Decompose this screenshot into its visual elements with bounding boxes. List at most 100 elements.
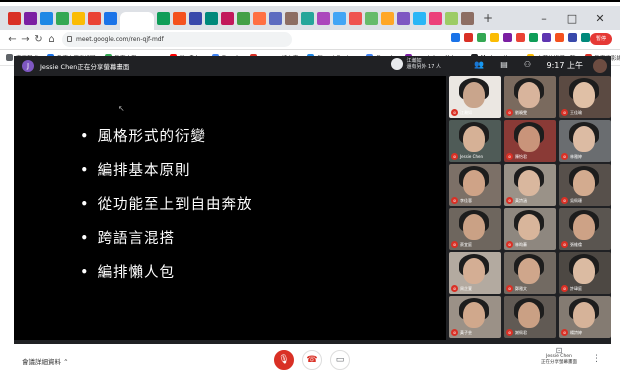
camera-button[interactable]: ▭ (330, 350, 350, 370)
participant-tile[interactable]: ⊘ 張維倫 (559, 208, 611, 250)
muted-mic-icon: ⊘ (451, 153, 458, 160)
participant-nametag: ⊘ 吳佩珊 (561, 197, 582, 204)
browser-tab[interactable] (237, 11, 250, 25)
chat-icon[interactable]: ▤ (500, 60, 508, 69)
extension-icon[interactable] (581, 33, 590, 42)
participant-tile[interactable]: ⊘ 蔡宜庭 (449, 208, 501, 250)
participant-tile[interactable]: ⊘ 黃子芸 (449, 296, 501, 338)
presenting-info[interactable]: ⊡ Jessie Chen 正在分享螢幕畫面 (541, 347, 577, 366)
url-input[interactable]: meet.google.com/ren-qjf-mdf (62, 32, 292, 47)
browser-tab[interactable] (120, 12, 154, 30)
participant-tile[interactable]: ⊘ 謝佩君 (504, 296, 556, 338)
participant-tile[interactable]: ⊘ 李佳蓉 (449, 164, 501, 206)
new-tab-button[interactable]: + (483, 11, 493, 25)
participant-tile[interactable]: ⊘ 林雅婷 (559, 120, 611, 162)
maximize-button[interactable]: □ (558, 12, 586, 25)
reload-icon[interactable]: ↻ (32, 34, 45, 45)
participant-face (573, 214, 595, 240)
participant-face (463, 258, 485, 284)
browser-tab[interactable] (429, 11, 442, 25)
participant-tile[interactable]: ⊘ Jessie Chen (449, 120, 501, 162)
minimize-button[interactable]: – (530, 12, 558, 25)
browser-tab[interactable] (333, 11, 346, 25)
browser-tab[interactable] (381, 11, 394, 25)
browser-tab[interactable] (104, 11, 117, 25)
browser-tab[interactable] (173, 11, 186, 25)
participant-tile[interactable]: ⊘ 黃詩涵 (504, 164, 556, 206)
extension-icon[interactable] (490, 33, 499, 42)
muted-mic-icon: ⊘ (561, 285, 568, 292)
browser-tab[interactable] (445, 11, 458, 25)
browser-tab[interactable] (269, 11, 282, 25)
muted-mic-icon: ⊘ (506, 197, 513, 204)
muted-mic-icon: ⊘ (451, 197, 458, 204)
browser-tab[interactable] (461, 11, 474, 25)
extension-icon[interactable] (503, 33, 512, 42)
room-count: 還有另外 17 人 (406, 64, 441, 70)
extension-icon[interactable] (542, 33, 551, 42)
participant-tile[interactable]: ⊘ 楊詩婷 (559, 296, 611, 338)
browser-tab[interactable] (397, 11, 410, 25)
browser-tab[interactable] (88, 11, 101, 25)
participant-tile[interactable]: ⊘ 陳怡君 (504, 120, 556, 162)
participant-name: 林昀蓁 (515, 241, 527, 247)
back-icon[interactable]: ← (6, 34, 19, 45)
extension-icon[interactable] (529, 33, 538, 42)
participant-name: 許瑋庭 (570, 285, 582, 291)
participant-nametag: ⊘ 黃詩涵 (506, 197, 527, 204)
close-window-button[interactable]: ✕ (586, 12, 614, 25)
extension-icon[interactable] (464, 33, 473, 42)
participant-tile[interactable]: ⊘ 林昀蓁 (504, 208, 556, 250)
browser-tab[interactable] (40, 11, 53, 25)
page: + – □ ✕ ← → ↻ ⌂ meet.google.com/ren-qjf-… (0, 0, 620, 380)
browser-tab[interactable] (301, 11, 314, 25)
browser-tab[interactable] (285, 11, 298, 25)
participant-tile[interactable]: ⊘ 吳佩珊 (559, 164, 611, 206)
participant-tile[interactable]: ⊘ 王佳瑜 (559, 76, 611, 118)
browser-tab[interactable] (317, 11, 330, 25)
browser-tab[interactable] (205, 11, 218, 25)
forward-icon[interactable]: → (19, 34, 32, 45)
people-icon[interactable]: 👥 (474, 60, 484, 69)
meeting-details-button[interactable]: 會議詳細資料 ⌃ (22, 356, 69, 366)
browser-tab[interactable] (24, 11, 37, 25)
tab-strip: + – □ ✕ (0, 6, 620, 30)
mic-off-button[interactable]: 🎙 (274, 350, 294, 370)
browser-tab[interactable] (8, 11, 21, 25)
participant-face (463, 126, 485, 152)
participant-tile[interactable]: ⊘ 鄭雅文 (504, 252, 556, 294)
extension-icon[interactable] (568, 33, 577, 42)
meet-bottom-bar: 會議詳細資料 ⌃ 🎙 ☎ ▭ ⊡ Jessie Chen 正在分享螢幕畫面 ⋮ (14, 344, 611, 378)
more-options-icon[interactable]: ⋮ (592, 354, 601, 364)
camera-icon: ▭ (335, 355, 345, 365)
browser-tab[interactable] (253, 11, 266, 25)
hang-up-button[interactable]: ☎ (302, 350, 322, 370)
browser-tab[interactable] (56, 11, 69, 25)
participant-nametag: ⊘ 林雅婷 (561, 153, 582, 160)
home-icon[interactable]: ⌂ (45, 34, 58, 45)
participant-face (518, 214, 540, 240)
participant-tile[interactable]: ⊘ 江瀚如 (449, 76, 501, 118)
profile-button[interactable]: 暫停 (590, 33, 612, 45)
extension-icon[interactable] (477, 33, 486, 42)
participant-tile[interactable]: ⊘ 許瑋庭 (559, 252, 611, 294)
mic-off-icon: 🎙 (278, 355, 290, 365)
muted-mic-icon: ⊘ (561, 109, 568, 116)
call-controls: 🎙 ☎ ▭ (274, 350, 358, 370)
browser-tab[interactable] (349, 11, 362, 25)
extension-icon[interactable] (555, 33, 564, 42)
browser-tab[interactable] (365, 11, 378, 25)
participant-tile[interactable]: ⊘ 周芷萱 (449, 252, 501, 294)
browser-tab[interactable] (221, 11, 234, 25)
participant-tile[interactable]: ⊘ 劉曉雯 (504, 76, 556, 118)
participant-grid: ⊘ 江瀚如 ⊘ 劉曉雯 ⊘ 王佳瑜 ⊘ Jessie Chen ⊘ 陳怡君 ⊘ 林雅婷 ⊘ 李佳蓉 ⊘ 黃詩涵… (449, 76, 611, 340)
participant-name: 江瀚如 (460, 109, 472, 115)
participant-name: 黃子芸 (460, 329, 472, 335)
browser-tab[interactable] (157, 11, 170, 25)
browser-tab[interactable] (413, 11, 426, 25)
extension-icon[interactable] (451, 33, 460, 42)
activities-icon[interactable]: ⚇ (524, 60, 531, 69)
browser-tab[interactable] (72, 11, 85, 25)
extension-icon[interactable] (516, 33, 525, 42)
browser-tab[interactable] (189, 11, 202, 25)
